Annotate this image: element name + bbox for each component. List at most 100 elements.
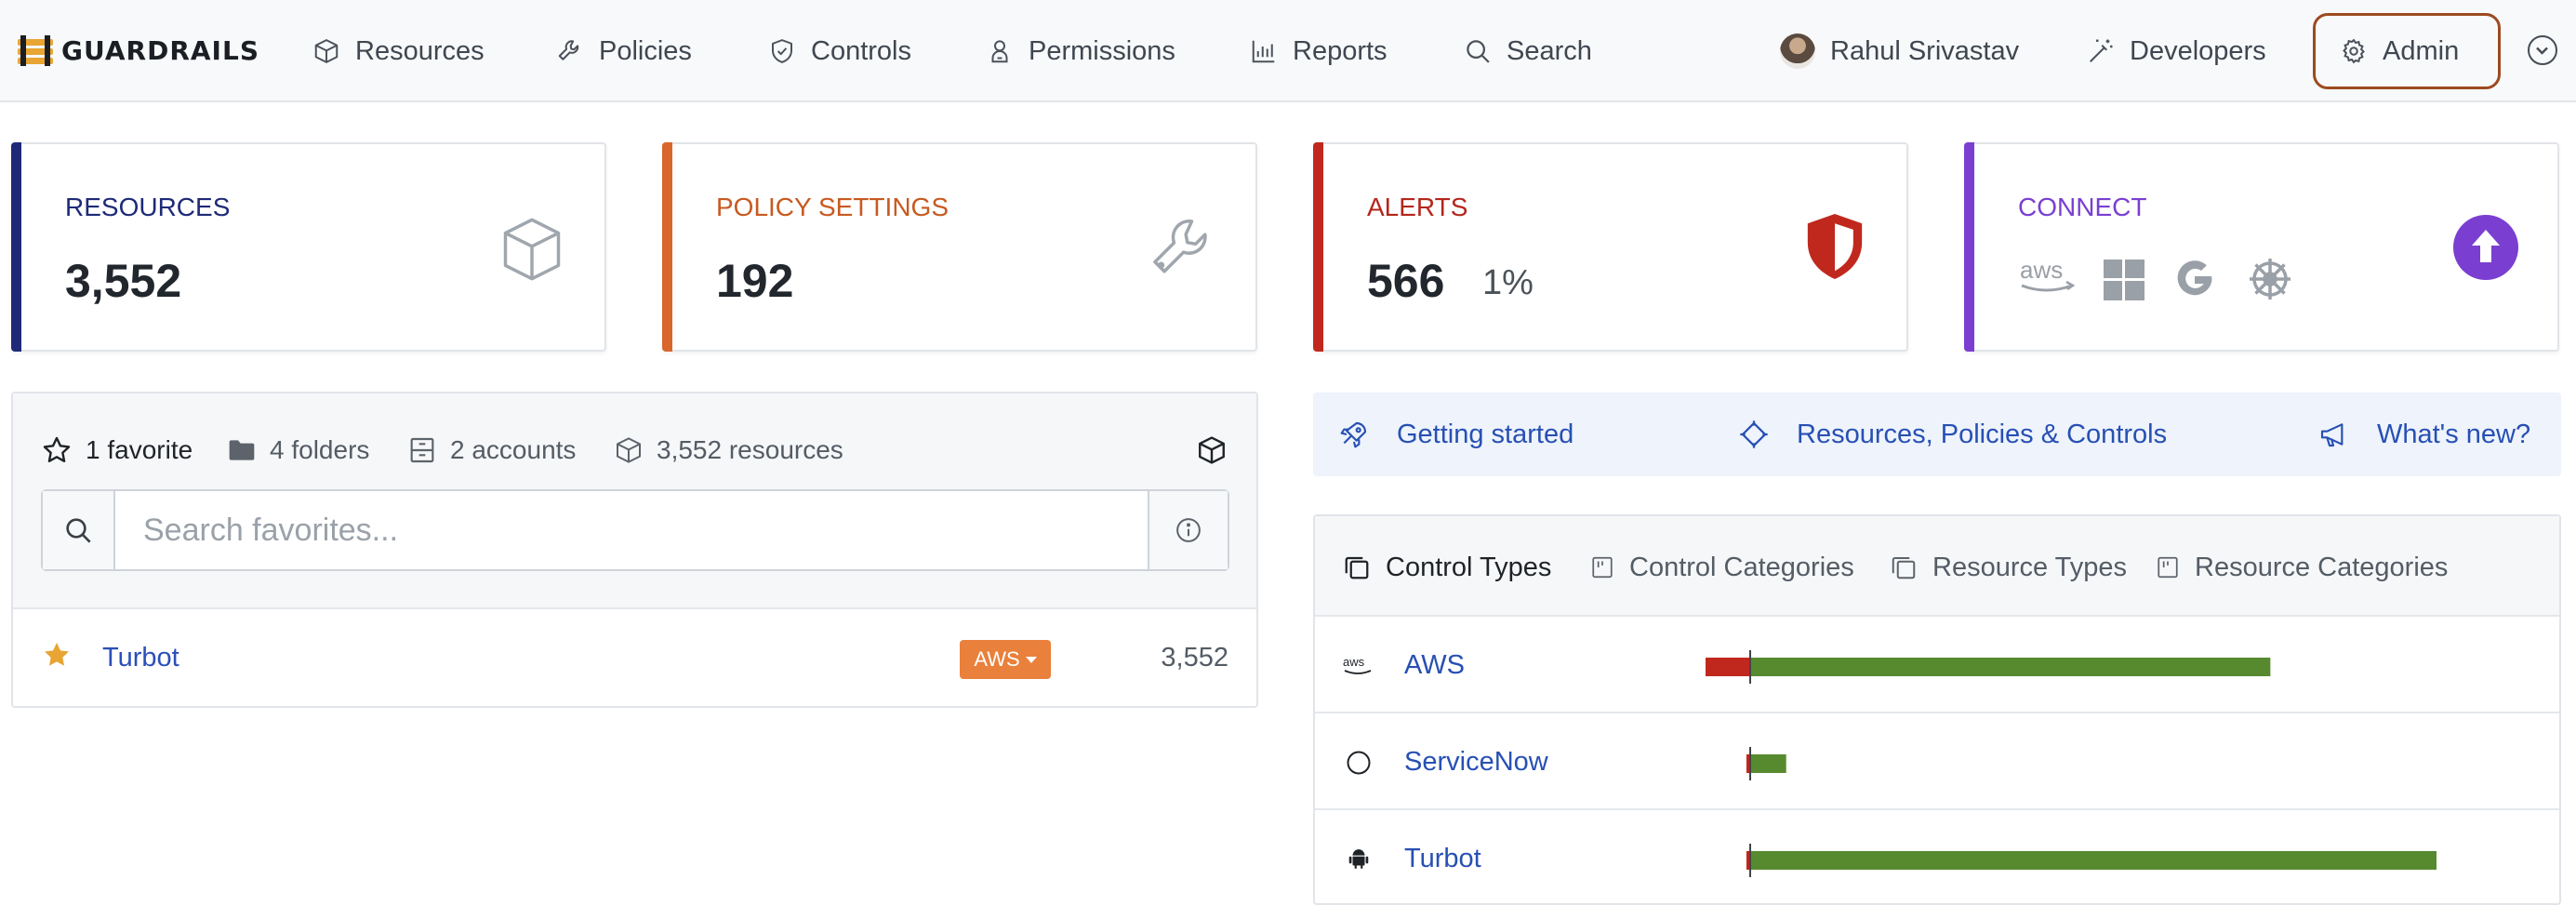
windows-logo-icon[interactable] — [2104, 260, 2144, 300]
tab-resource-types-label: Resource Types — [1932, 552, 2128, 582]
android-icon — [1343, 844, 1374, 875]
nav-search[interactable]: Search — [1464, 28, 1592, 74]
folder-icon — [229, 440, 255, 460]
favorites-header: 1 favorite 4 folders 2 accounts 3,552 re… — [13, 393, 1256, 609]
resources-card-label: RESOURCES — [65, 193, 231, 221]
getting-started-link[interactable]: Getting started — [1339, 411, 1573, 458]
tab-control-types[interactable]: Control Types — [1343, 544, 1551, 591]
favorites-count[interactable]: 1 favorite — [41, 427, 193, 473]
aws-badge-dropdown[interactable]: AWS — [960, 640, 1051, 679]
control-tabs: Control Types Control Categories Resourc… — [1315, 516, 2559, 617]
wrench-icon — [558, 40, 579, 60]
control-types-panel: Control Types Control Categories Resourc… — [1313, 514, 2561, 905]
nav-admin[interactable]: Admin — [2340, 28, 2459, 74]
control-type-link[interactable]: AWS — [1404, 650, 1465, 681]
connect-card-label: CONNECT — [2018, 193, 2147, 221]
control-type-link[interactable]: Turbot — [1404, 844, 1481, 874]
resources-card-value: 3,552 — [65, 255, 182, 307]
aws-badge-label: AWS — [974, 647, 1020, 671]
nav-resources[interactable]: Resources — [312, 28, 485, 74]
tab-control-categories-label: Control Categories — [1629, 552, 1854, 582]
star-outline-icon — [43, 436, 71, 462]
circle-icon — [1343, 747, 1374, 779]
nav-policies-label: Policies — [599, 35, 692, 66]
nav-admin-label: Admin — [2383, 35, 2460, 66]
control-type-link[interactable]: ServiceNow — [1404, 747, 1548, 778]
google-logo-icon[interactable] — [2172, 258, 2217, 302]
nav-controls[interactable]: Controls — [768, 28, 911, 74]
user-name: Rahul Srivastav — [1830, 35, 2020, 66]
tab-control-categories[interactable]: Control Categories — [1590, 544, 1854, 591]
resources-card[interactable]: RESOURCES 3,552 — [11, 142, 606, 352]
resources-policies-controls-link[interactable]: Resources, Policies & Controls — [1739, 411, 2167, 458]
resources-count[interactable]: 3,552 resources — [614, 427, 843, 473]
resources-policies-controls-label: Resources, Policies & Controls — [1797, 419, 2168, 449]
ok-segment — [1750, 658, 2271, 676]
crosshair-icon — [1740, 420, 1768, 448]
nav-resources-label: Resources — [355, 35, 485, 66]
archive-icon — [410, 437, 434, 463]
resources-card-accent — [11, 142, 21, 352]
nav-permissions[interactable]: Permissions — [986, 28, 1175, 74]
cube-icon[interactable] — [1196, 434, 1228, 466]
guardrails-logo-icon — [18, 35, 53, 66]
nav-policies[interactable]: Policies — [556, 28, 692, 74]
copy-icon — [1892, 557, 1916, 579]
bar-chart-icon — [1252, 40, 1275, 63]
search-icon — [1467, 40, 1490, 63]
star-filled-icon[interactable] — [41, 639, 73, 671]
control-status-bar[interactable] — [1706, 736, 2543, 788]
category-icon — [1592, 556, 1613, 579]
user-icon — [991, 40, 1008, 63]
info-icon[interactable] — [1148, 491, 1228, 569]
kubernetes-logo-icon[interactable] — [2247, 256, 2293, 302]
tab-resource-categories[interactable]: Resource Categories — [2156, 544, 2448, 591]
search-input[interactable] — [117, 493, 1140, 567]
getting-started-label: Getting started — [1397, 419, 1574, 449]
accounts-count[interactable]: 2 accounts — [407, 427, 576, 473]
nav-user-menu[interactable]: Rahul Srivastav — [1780, 28, 2019, 74]
shield-alert-icon — [1807, 214, 1863, 279]
folders-count-label: 4 folders — [270, 435, 370, 464]
nav-developers-label: Developers — [2130, 35, 2266, 66]
upload-icon[interactable] — [2453, 215, 2518, 280]
copy-icon — [1345, 556, 1369, 579]
avatar — [1780, 33, 1815, 69]
chevron-down-icon[interactable] — [2528, 35, 2557, 65]
favorite-link[interactable]: Turbot — [102, 643, 179, 673]
tab-control-types-label: Control Types — [1386, 552, 1552, 582]
folders-count[interactable]: 4 folders — [227, 427, 369, 473]
table-row: ServiceNow — [1315, 713, 2559, 810]
nav-reports-label: Reports — [1293, 35, 1388, 66]
alerts-card[interactable]: ALERTS 566 1% — [1313, 142, 1908, 352]
policy-settings-card-value: 192 — [716, 255, 794, 307]
shield-check-icon — [772, 39, 792, 63]
control-status-bar[interactable] — [1706, 639, 2543, 691]
nav-search-label: Search — [1507, 35, 1592, 66]
nav-reports[interactable]: Reports — [1250, 28, 1388, 74]
policy-settings-card[interactable]: POLICY SETTINGS 192 — [662, 142, 1257, 352]
resources-count-label: 3,552 resources — [657, 435, 843, 464]
alerts-card-percent: 1% — [1482, 263, 1534, 302]
connect-card-accent — [1964, 142, 1974, 352]
svg-text:aws: aws — [2020, 256, 2063, 284]
wrench-icon — [1153, 219, 1207, 273]
control-status-bar[interactable] — [1706, 832, 2543, 885]
whats-new-link[interactable]: What's new? — [2317, 411, 2530, 458]
policy-settings-card-label: POLICY SETTINGS — [716, 193, 949, 221]
cube-icon — [314, 39, 339, 63]
nav-controls-label: Controls — [811, 35, 911, 66]
cube-icon — [617, 437, 641, 463]
svg-text:aws: aws — [1343, 655, 1365, 669]
alerts-card-label: ALERTS — [1367, 193, 1468, 221]
brand-name: GUARDRAILS — [61, 34, 259, 66]
alarm-segment — [1706, 658, 1750, 676]
connect-card: CONNECT aws — [1964, 142, 2559, 352]
nav-developers[interactable]: Developers — [2087, 28, 2266, 74]
category-icon — [2158, 556, 2178, 579]
guardrails-logo[interactable]: GUARDRAILS — [17, 32, 259, 69]
alerts-card-value: 566 — [1367, 255, 1445, 307]
aws-logo-icon[interactable]: aws — [2018, 256, 2078, 297]
whats-new-label: What's new? — [2377, 419, 2531, 449]
tab-resource-types[interactable]: Resource Types — [1890, 544, 2127, 591]
